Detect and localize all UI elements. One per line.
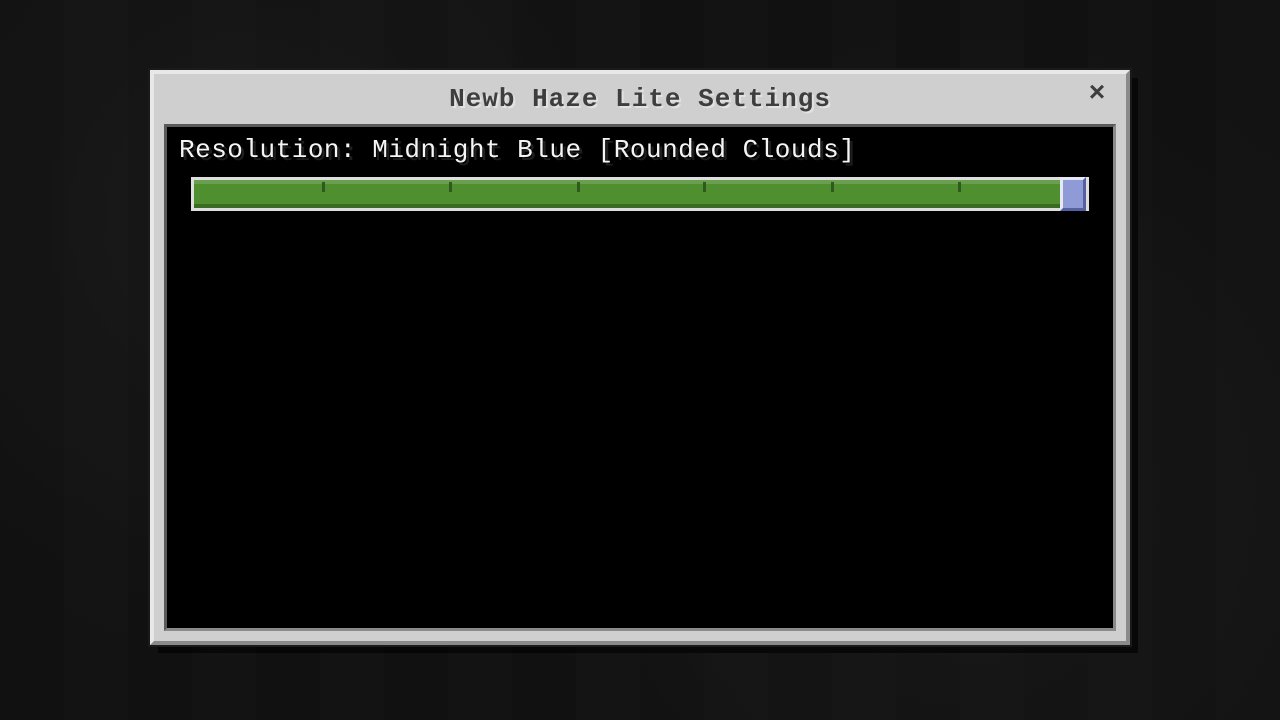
resolution-slider[interactable] <box>191 177 1089 211</box>
resolution-slider-wrap <box>191 177 1089 211</box>
slider-thumb[interactable] <box>1060 177 1086 211</box>
close-icon: × <box>1089 79 1106 110</box>
settings-content: Resolution: Midnight Blue [Rounded Cloud… <box>164 124 1116 631</box>
window-title: Newb Haze Lite Settings <box>449 84 831 114</box>
resolution-option-label: Resolution: Midnight Blue [Rounded Cloud… <box>179 135 1101 165</box>
window-titlebar: Newb Haze Lite Settings × <box>154 74 1126 124</box>
settings-window: Newb Haze Lite Settings × Resolution: Mi… <box>150 70 1130 645</box>
close-button[interactable]: × <box>1082 82 1112 112</box>
slider-fill <box>194 180 1086 208</box>
